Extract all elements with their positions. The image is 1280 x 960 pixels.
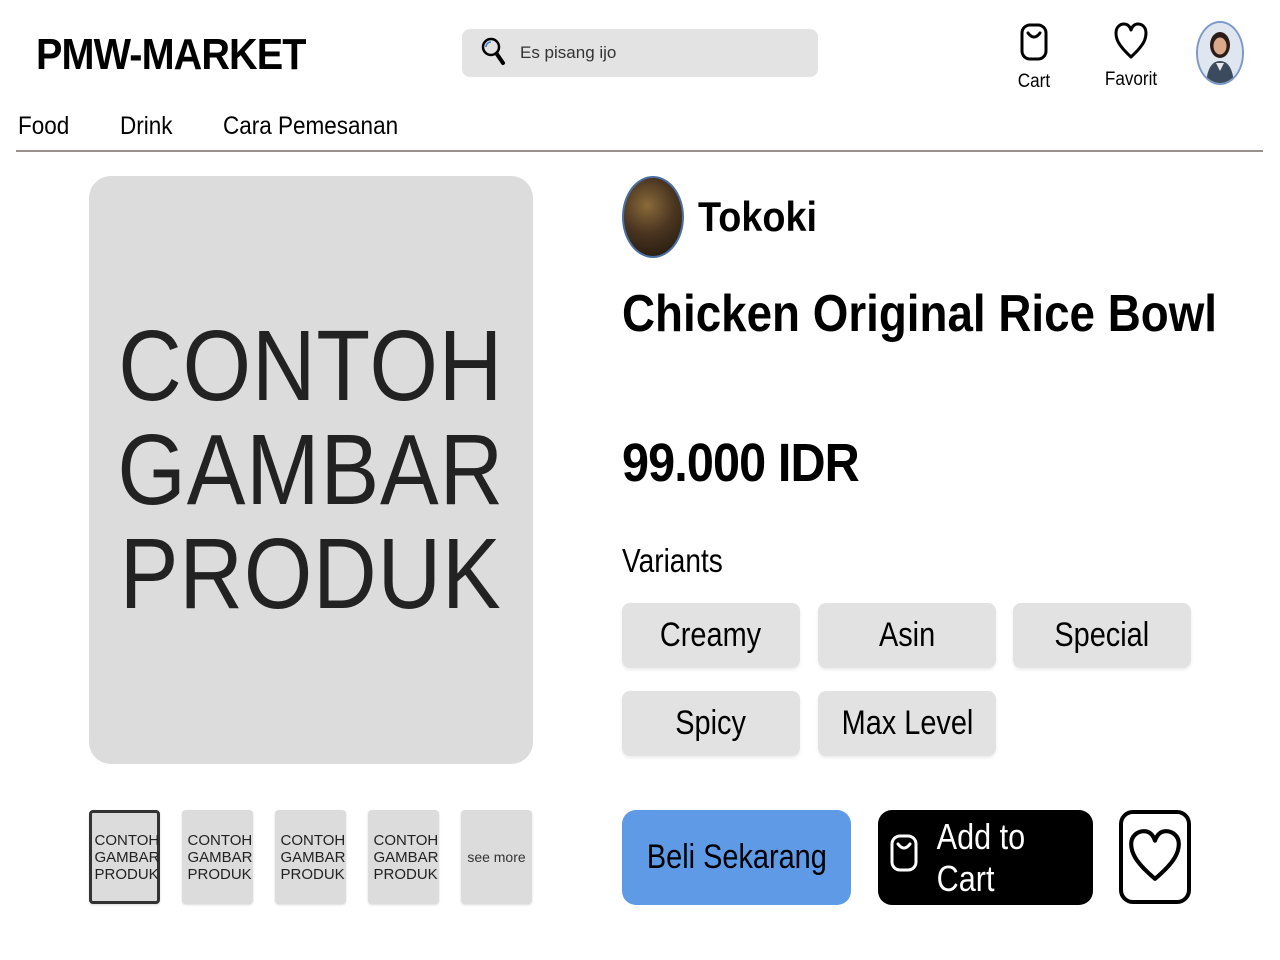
product-thumbnail[interactable]: CONTOH GAMBAR PRODUK — [368, 810, 439, 904]
variant-spicy[interactable]: Spicy — [622, 691, 800, 756]
nav-cara-pemesanan[interactable]: Cara Pemesanan — [223, 112, 398, 141]
nav-drink[interactable]: Drink — [120, 112, 173, 141]
product-thumbnail[interactable]: CONTOH GAMBAR PRODUK — [275, 810, 346, 904]
search-bar[interactable] — [462, 29, 818, 77]
cart-button[interactable]: Cart — [1008, 22, 1060, 93]
category-nav: Food Drink Cara Pemesanan — [18, 112, 418, 141]
cart-label: Cart — [1017, 71, 1051, 92]
variant-asin[interactable]: Asin — [818, 603, 996, 668]
header-divider — [16, 150, 1263, 152]
add-to-cart-button[interactable]: Add to Cart — [878, 810, 1093, 905]
buy-now-button[interactable]: Beli Sekarang — [622, 810, 851, 905]
variants-label: Variants — [622, 542, 723, 579]
favorite-label: Favorit — [1104, 69, 1158, 90]
product-title: Chicken Original Rice Bowl — [622, 285, 1218, 343]
product-thumbnail[interactable]: CONTOH GAMBAR PRODUK — [89, 810, 160, 904]
shopping-bag-icon — [1019, 22, 1049, 67]
store-info[interactable]: Tokoki — [622, 176, 830, 258]
user-avatar[interactable] — [1196, 21, 1244, 85]
thumbnail-strip: CONTOH GAMBAR PRODUK CONTOH GAMBAR PRODU… — [89, 810, 554, 904]
store-name[interactable]: Tokoki — [698, 193, 817, 241]
image-placeholder-text: CONTOH GAMBAR PRODUK — [117, 310, 505, 630]
add-to-favorite-button[interactable] — [1119, 810, 1191, 904]
shopping-bag-icon — [888, 833, 924, 882]
variant-max-level[interactable]: Max Level — [818, 691, 996, 756]
product-main-image[interactable]: CONTOH GAMBAR PRODUK — [89, 176, 533, 764]
product-price: 99.000 IDR — [622, 433, 860, 493]
search-icon[interactable] — [480, 36, 506, 71]
variant-special[interactable]: Special — [1013, 603, 1191, 668]
favorite-button[interactable]: Favorit — [1098, 22, 1164, 91]
store-avatar[interactable] — [622, 176, 684, 258]
variant-creamy[interactable]: Creamy — [622, 603, 800, 668]
search-input[interactable] — [520, 43, 800, 63]
add-to-cart-label: Add to Cart — [936, 815, 1026, 899]
site-logo[interactable]: PMW-MARKET — [36, 30, 306, 80]
see-more-thumbnail[interactable]: see more — [461, 810, 532, 904]
heart-icon — [1114, 22, 1148, 65]
product-thumbnail[interactable]: CONTOH GAMBAR PRODUK — [182, 810, 253, 904]
heart-icon — [1127, 828, 1183, 887]
nav-food[interactable]: Food — [18, 112, 69, 141]
